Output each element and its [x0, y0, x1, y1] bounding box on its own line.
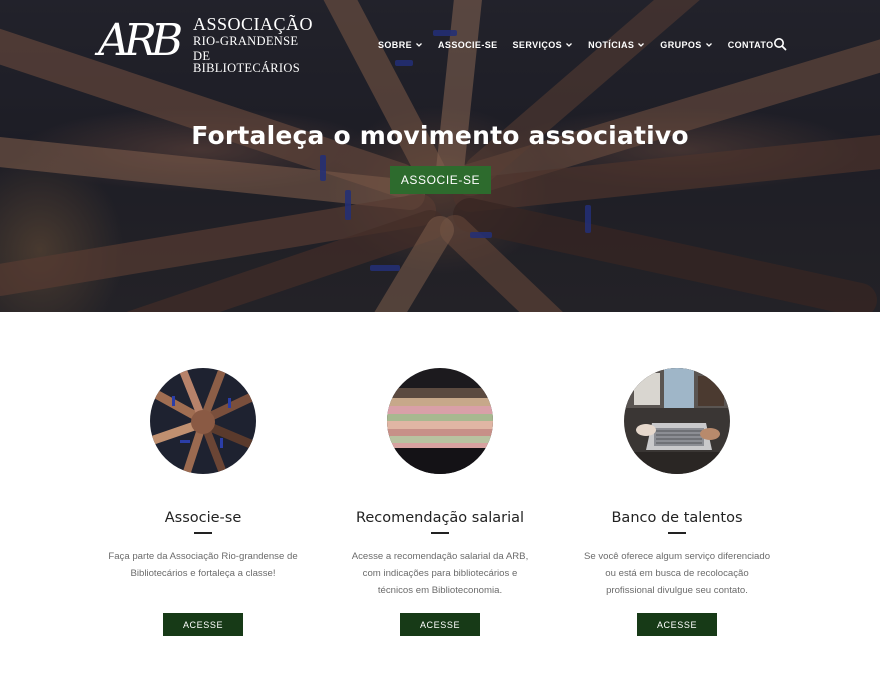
card-description-line: Faça parte da Associação Rio-grandense d… — [108, 551, 298, 562]
logo-line-3: DE BIBLIOTECÁRIOS — [193, 48, 300, 75]
card-title: Banco de talentos — [611, 510, 743, 526]
card-image-laptop — [624, 368, 730, 474]
card-image-money — [387, 368, 493, 474]
card-description-line: profissional divulgue seu contato. — [606, 585, 748, 596]
chevron-down-icon — [705, 43, 712, 47]
card-description: Se você oferece algum serviço diferencia… — [557, 548, 797, 599]
title-divider — [668, 532, 686, 534]
card-title: Associe-se — [164, 510, 242, 526]
title-divider — [431, 532, 449, 534]
card-image-hands — [150, 368, 256, 474]
chevron-down-icon — [566, 43, 573, 47]
search-icon[interactable] — [773, 37, 787, 51]
card-description: Acesse a recomendação salarial da ARB, c… — [320, 548, 560, 599]
acesse-button[interactable]: ACESSE — [637, 613, 717, 636]
logo-monogram: ARB — [98, 15, 183, 66]
acesse-button[interactable]: ACESSE — [400, 613, 480, 636]
hands-together-photo — [150, 368, 256, 474]
nav-item-label: CONTATO — [727, 40, 774, 50]
card-description-line: Se você oferece algum serviço diferencia… — [583, 551, 771, 562]
hero-banner: ARB ASSOCIAÇÃO RIO-GRANDENSE DE BIBLIOTE… — [0, 0, 880, 312]
nav-item-servicos[interactable]: SERVIÇOS — [513, 40, 574, 50]
nav-item-label: SERVIÇOS — [512, 40, 563, 50]
nav-item-label: SOBRE — [378, 40, 413, 50]
card-title: Recomendação salarial — [355, 510, 525, 526]
nav-item-noticias[interactable]: NOTÍCIAS — [588, 40, 645, 50]
nav-item-label: ASSOCIE-SE — [438, 40, 498, 50]
card-description-line: técnicos em Biblioteconomia. — [377, 585, 503, 596]
card-description-line: Bibliotecários e fortaleça a classe! — [130, 568, 276, 579]
feature-cards: Associe-se Faça parte da Associação Rio-… — [0, 312, 880, 700]
nav-item-grupos[interactable]: GRUPOS — [660, 40, 712, 50]
chevron-down-icon — [416, 43, 422, 47]
acesse-button[interactable]: ACESSE — [163, 613, 243, 636]
title-divider — [194, 532, 212, 534]
nav-item-label: NOTÍCIAS — [588, 40, 635, 50]
hero-associe-se-button[interactable]: ASSOCIE-SE — [390, 166, 491, 194]
nav-item-sobre[interactable]: SOBRE — [378, 40, 423, 50]
main-nav: SOBRE ASSOCIE-SE SERVIÇOS NOTÍCIAS GRUPO… — [378, 38, 789, 52]
chevron-down-icon — [638, 43, 645, 47]
laptop-meeting-photo — [624, 368, 730, 474]
logo-line-2: RIO-GRANDENSE — [193, 34, 299, 48]
site-logo[interactable]: ARB ASSOCIAÇÃO RIO-GRANDENSE DE BIBLIOTE… — [98, 12, 313, 74]
nav-item-contato[interactable]: CONTATO — [728, 40, 774, 50]
card-description-line: Acesse a recomendação salarial da ARB, — [351, 551, 529, 562]
nav-item-label: GRUPOS — [660, 40, 702, 50]
card-description: Faça parte da Associação Rio-grandense d… — [83, 548, 323, 582]
card-description-line: com indicações para bibliotecários e — [362, 568, 518, 579]
money-stack-photo — [387, 368, 493, 474]
hero-title: Fortaleça o movimento associativo — [191, 121, 689, 150]
logo-line-1: ASSOCIAÇÃO — [193, 14, 314, 34]
card-description-line: ou está em busca de recolocação — [605, 568, 749, 579]
logo-text: ASSOCIAÇÃO RIO-GRANDENSE DE BIBLIOTECÁRI… — [193, 15, 313, 75]
nav-item-associe-se[interactable]: ASSOCIE-SE — [438, 40, 498, 50]
